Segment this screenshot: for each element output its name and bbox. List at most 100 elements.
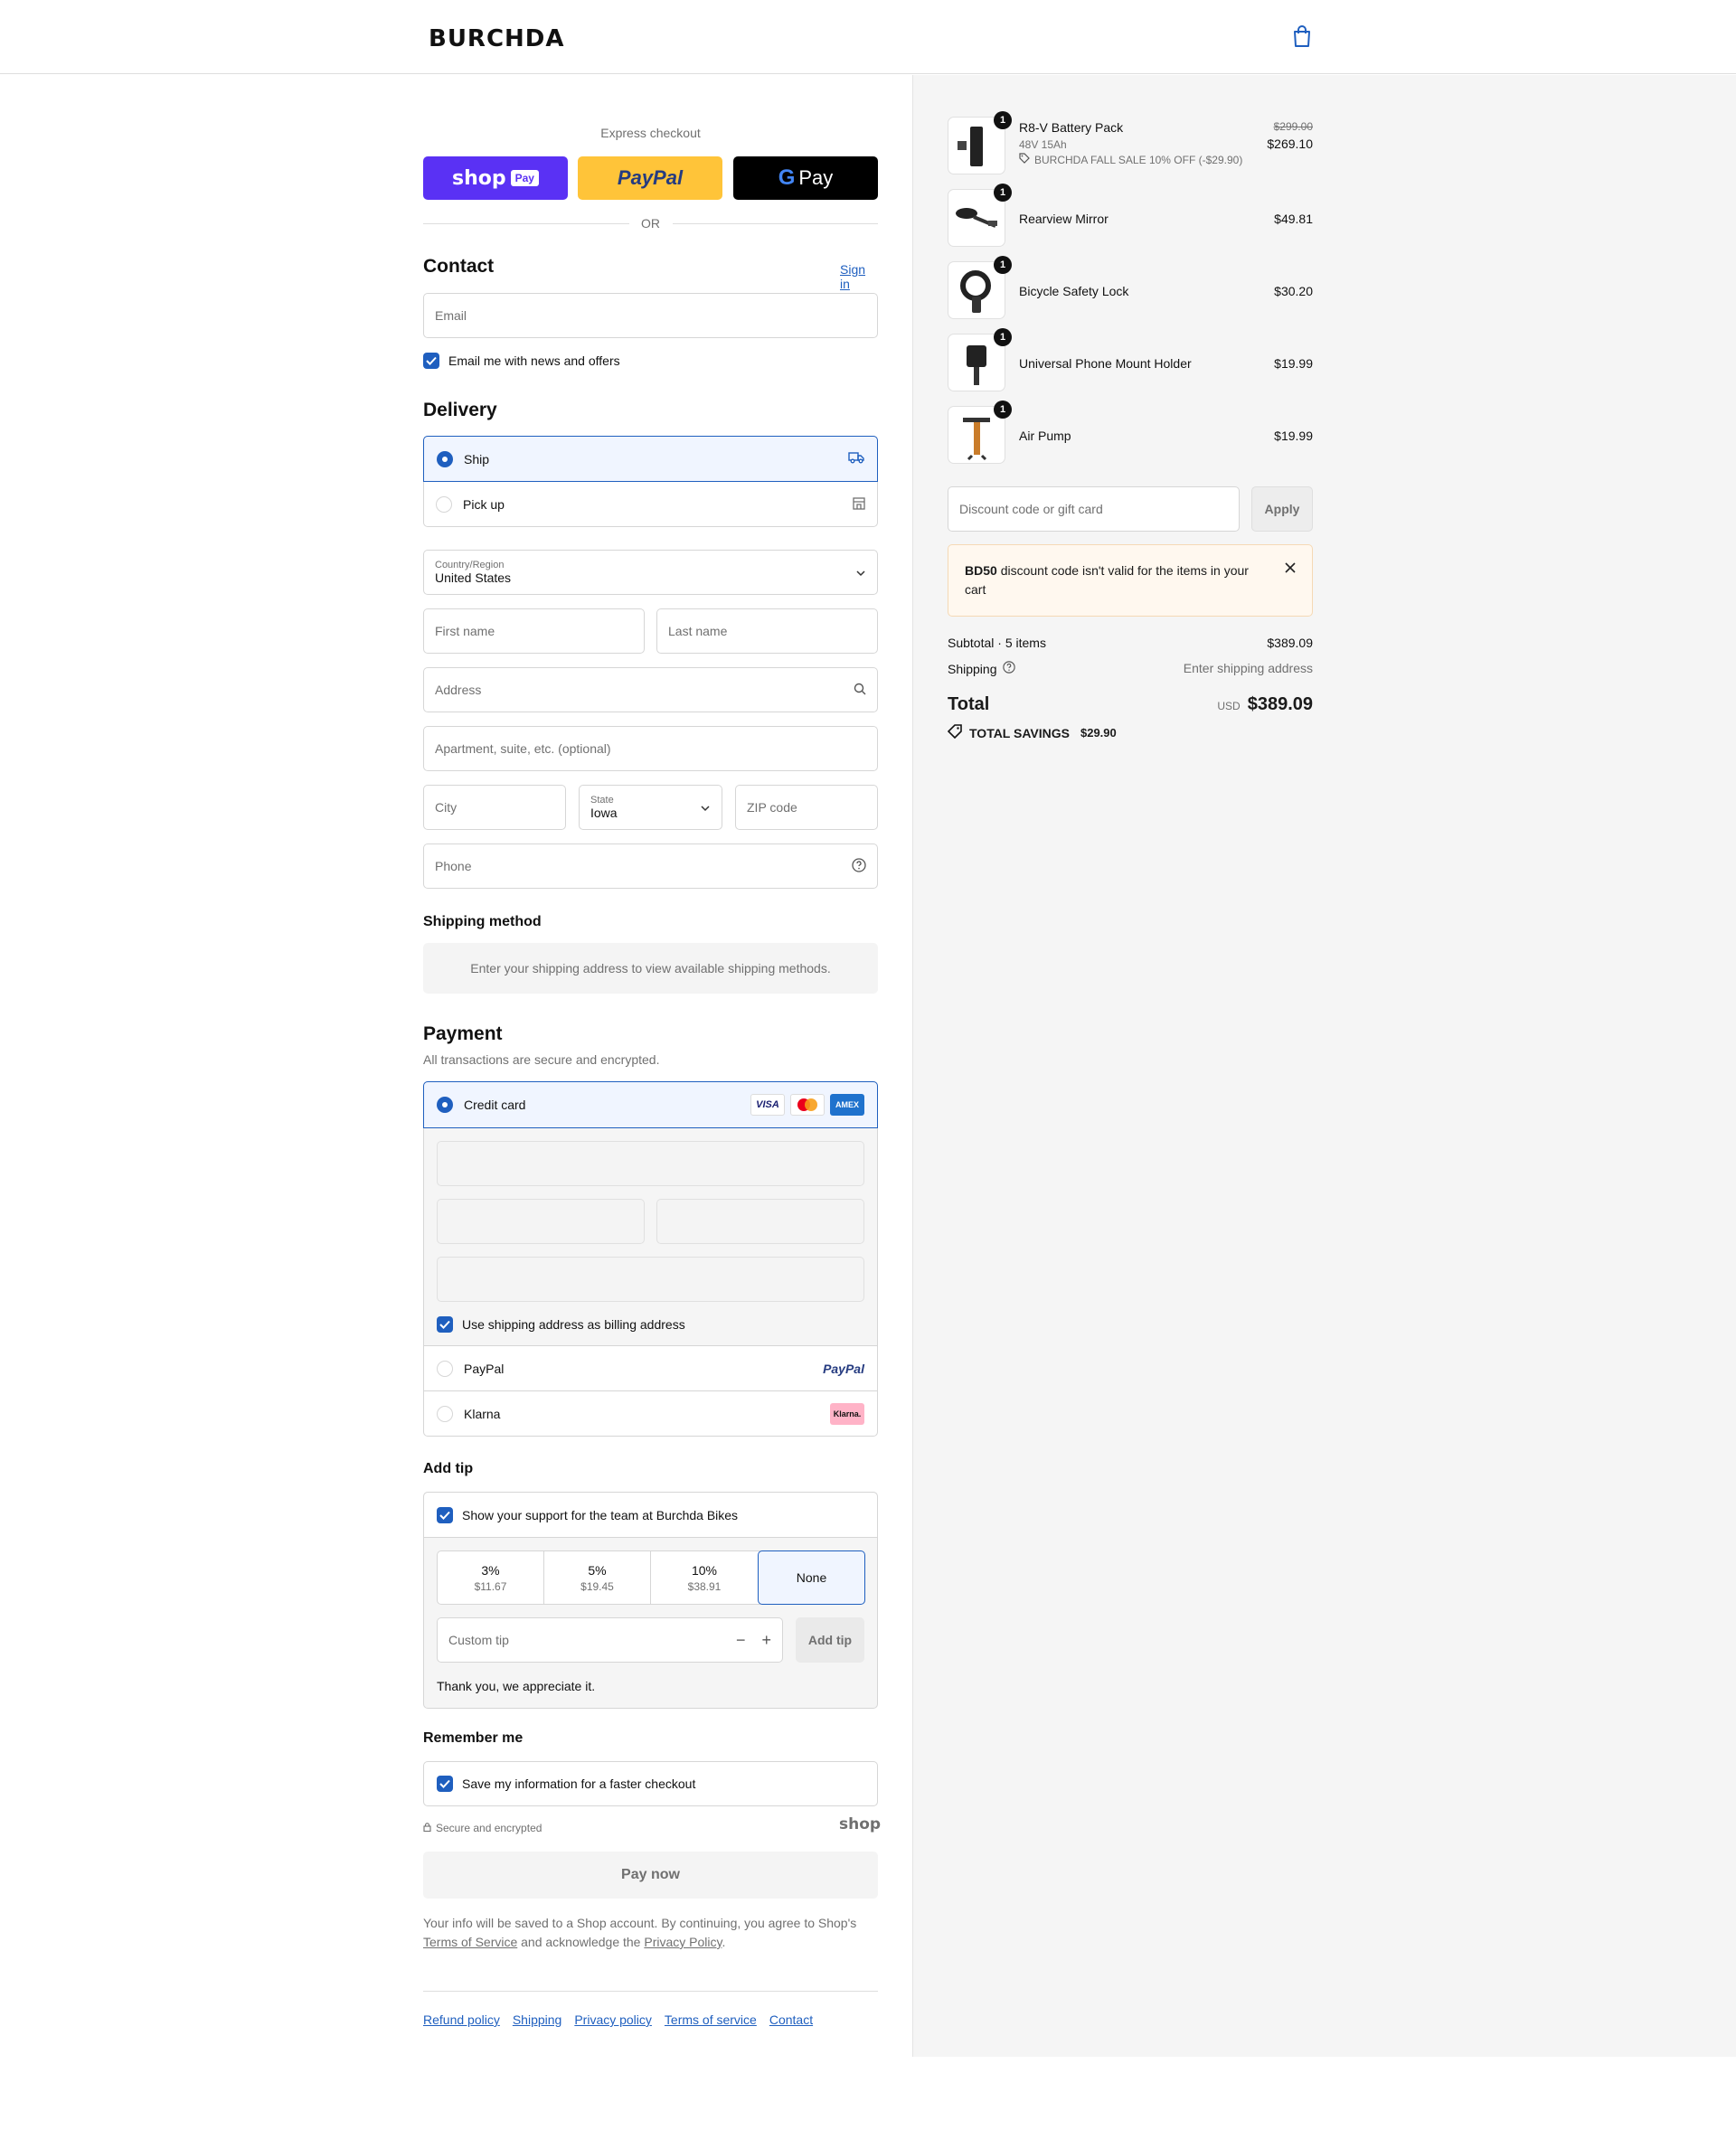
tag-icon	[947, 724, 962, 741]
shipping-row: Shipping	[948, 661, 1015, 676]
help-circle-icon[interactable]	[852, 857, 866, 875]
total-savings-value: $29.90	[1080, 726, 1117, 740]
legal-text-1: Your info will be saved to a Shop accoun…	[423, 1916, 857, 1930]
tip-option-percent: None	[796, 1570, 827, 1585]
card-security-code-field[interactable]	[656, 1199, 864, 1244]
tip-support-row[interactable]: Show your support for the team at Burchd…	[424, 1493, 877, 1538]
discount-code-placeholder: Discount code or gift card	[959, 502, 1103, 516]
tip-option-percent: 3%	[481, 1562, 500, 1578]
paypal-radio[interactable]	[437, 1360, 453, 1377]
custom-tip-field[interactable]: Custom tip − +	[437, 1617, 783, 1663]
payment-option-paypal[interactable]: PayPal PayPal	[424, 1346, 877, 1391]
save-info-label: Save my information for a faster checkou…	[462, 1777, 696, 1791]
delivery-option-pickup[interactable]: Pick up	[424, 482, 877, 527]
email-placeholder: Email	[435, 308, 467, 323]
footer-link-contact[interactable]: Contact	[769, 2012, 813, 2027]
close-icon[interactable]	[1285, 560, 1296, 579]
state-select[interactable]: State Iowa	[579, 785, 722, 830]
city-field[interactable]: City	[423, 785, 566, 830]
last-name-field[interactable]: Last name	[656, 608, 878, 654]
zip-field[interactable]: ZIP code	[735, 785, 878, 830]
paypal-express-button[interactable]: PayPal	[578, 156, 722, 200]
privacy-policy-link[interactable]: Privacy Policy	[644, 1935, 722, 1949]
billing-checkbox[interactable]	[437, 1316, 453, 1333]
chevron-down-icon	[700, 800, 711, 815]
footer-links: Refund policy Shipping Privacy policy Te…	[423, 2012, 813, 2027]
pay-now-button[interactable]: Pay now	[423, 1852, 878, 1899]
footer-link-shipping[interactable]: Shipping	[513, 2012, 562, 2027]
tip-support-checkbox[interactable]	[437, 1506, 453, 1523]
klarna-radio[interactable]	[437, 1406, 453, 1422]
zip-placeholder: ZIP code	[747, 800, 797, 815]
search-icon	[854, 683, 866, 698]
cart-icon[interactable]	[1291, 25, 1313, 49]
tip-support-label: Show your support for the team at Burchd…	[462, 1507, 739, 1522]
delivery-option-ship[interactable]: Ship	[423, 436, 878, 482]
add-tip-button[interactable]: Add tip	[796, 1617, 864, 1663]
legal-text-3: .	[722, 1935, 726, 1949]
terms-of-service-link[interactable]: Terms of Service	[423, 1935, 517, 1949]
pickup-label: Pick up	[463, 497, 505, 512]
country-select[interactable]: Country/Region United States	[423, 550, 878, 595]
tip-option-none[interactable]: None	[758, 1550, 865, 1605]
delivery-options: Ship Pick up	[423, 436, 878, 527]
item-discount: BURCHDA FALL SALE 10% OFF (-$29.90)	[1019, 153, 1242, 166]
payment-option-klarna[interactable]: Klarna Klarna.	[424, 1391, 877, 1437]
address-field[interactable]: Address	[423, 667, 878, 712]
pickup-radio[interactable]	[436, 496, 452, 513]
klarna-label: Klarna	[464, 1407, 501, 1421]
tip-option-3pct[interactable]: 3% $11.67	[438, 1551, 544, 1604]
apply-discount-button[interactable]: Apply	[1251, 486, 1313, 532]
payment-subtitle: All transactions are secure and encrypte…	[423, 1052, 660, 1067]
paypal-logo: PayPal	[823, 1361, 864, 1376]
secure-label: Secure and encrypted	[436, 1822, 542, 1834]
email-field[interactable]: Email	[423, 293, 878, 338]
discount-code-field[interactable]: Discount code or gift card	[948, 486, 1240, 532]
ship-radio[interactable]	[437, 450, 453, 467]
footer-link-refund-policy[interactable]: Refund policy	[423, 2012, 500, 2027]
cart-item: 1 Rearview Mirror $49.81	[948, 184, 1313, 249]
total-label: Total	[948, 694, 990, 714]
footer-link-terms-of-service[interactable]: Terms of service	[665, 2012, 757, 2027]
apartment-field[interactable]: Apartment, suite, etc. (optional)	[423, 726, 878, 771]
custom-tip-placeholder: Custom tip	[448, 1633, 509, 1647]
total-savings-label: TOTAL SAVINGS	[969, 725, 1070, 740]
save-info-row[interactable]: Save my information for a faster checkou…	[423, 1761, 878, 1806]
tip-thanks: Thank you, we appreciate it.	[437, 1679, 596, 1693]
payment-option-credit-card[interactable]: Credit card VISA AMEX	[423, 1081, 878, 1128]
mastercard-icon	[790, 1094, 825, 1116]
chevron-down-icon	[855, 565, 866, 580]
cart-item: 1 Air Pump $19.99	[948, 401, 1313, 466]
minus-icon[interactable]: −	[736, 1631, 746, 1650]
order-summary: 1 R8-V Battery Pack 48V 15Ah BURCHDA FAL…	[947, 75, 1313, 762]
newsletter-checkbox[interactable]	[423, 353, 439, 369]
quantity-badge: 1	[994, 328, 1012, 346]
tip-option-5pct[interactable]: 5% $19.45	[544, 1551, 651, 1604]
card-number-field[interactable]	[437, 1141, 864, 1186]
subtotal-value: $389.09	[1267, 636, 1313, 650]
first-name-placeholder: First name	[435, 624, 495, 638]
shop-pay-button[interactable]: shop Pay	[423, 156, 568, 200]
help-circle-icon[interactable]	[1002, 661, 1015, 676]
brand-logo[interactable]: BURCHDA	[429, 25, 565, 52]
save-info-checkbox[interactable]	[437, 1776, 453, 1792]
footer-link-privacy-policy[interactable]: Privacy policy	[574, 2012, 652, 2027]
google-pay-button[interactable]: G Pay	[733, 156, 878, 200]
billing-checkbox-row[interactable]: Use shipping address as billing address	[437, 1316, 685, 1333]
shop-logo: shop	[839, 1815, 882, 1833]
first-name-field[interactable]: First name	[423, 608, 645, 654]
paypal-logo: PayPal	[617, 166, 684, 189]
cart-item: 1 R8-V Battery Pack 48V 15Ah BURCHDA FAL…	[948, 111, 1313, 176]
payment-methods: Credit card VISA AMEX Use shipping addre…	[423, 1081, 878, 1437]
phone-field[interactable]: Phone	[423, 844, 878, 889]
credit-card-radio[interactable]	[437, 1097, 453, 1113]
sign-in-link[interactable]: Sign in	[840, 262, 878, 291]
alert-message: discount code isn't valid for the items …	[965, 563, 1249, 597]
truck-icon	[848, 451, 864, 467]
tip-option-10pct[interactable]: 10% $38.91	[651, 1551, 758, 1604]
payment-title: Payment	[423, 1023, 503, 1044]
card-expiry-field[interactable]	[437, 1199, 645, 1244]
card-name-field[interactable]	[437, 1257, 864, 1302]
newsletter-checkbox-row[interactable]: Email me with news and offers	[423, 353, 620, 369]
plus-icon[interactable]: +	[761, 1631, 771, 1650]
